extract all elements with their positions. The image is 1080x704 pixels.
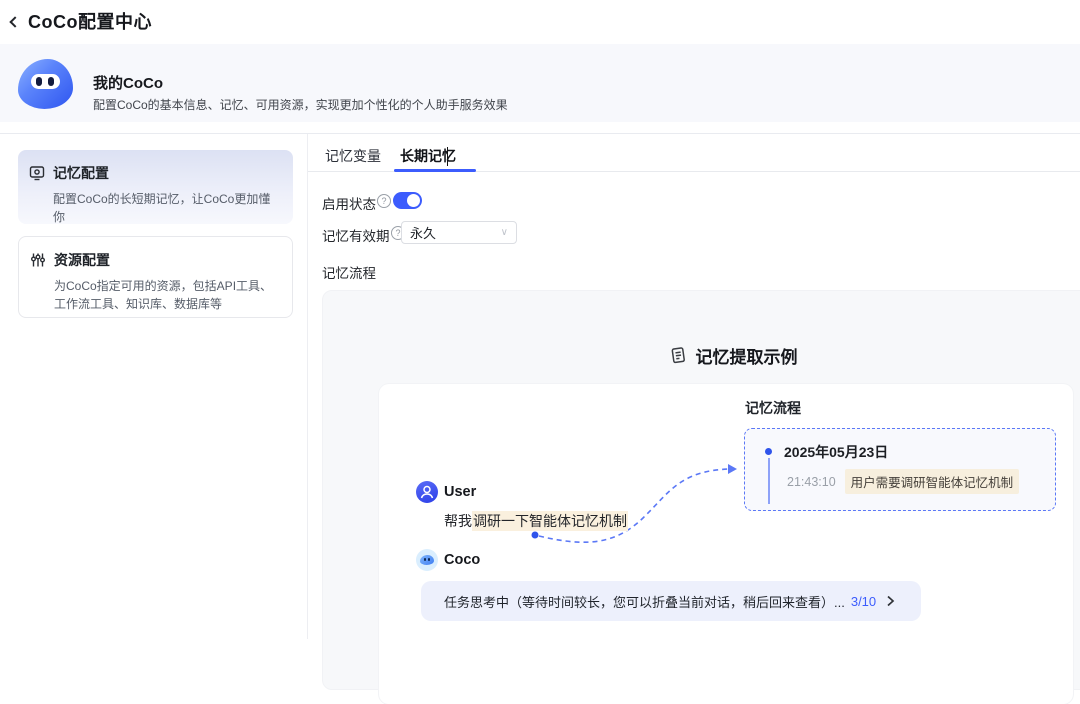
coco-config-page: CoCo配置中心 我的CoCo 配置CoCo的基本信息、记忆、可用资源，实现更加… — [0, 0, 1080, 639]
note-icon — [669, 346, 687, 365]
coco-avatar-logo — [18, 59, 73, 109]
card-flow-label: 记忆流程 — [745, 398, 801, 418]
person-icon — [416, 481, 438, 503]
agent-banner: 我的CoCo 配置CoCo的基本信息、记忆、可用资源，实现更加个性化的个人助手服… — [0, 44, 1080, 122]
toggle-knob — [407, 194, 420, 207]
sidebar-item-memory-config[interactable]: 记忆配置 配置CoCo的长短期记忆，让CoCo更加懂你 — [18, 150, 293, 224]
sidebar-item-title: 记忆配置 — [53, 163, 109, 183]
sidebar-item-description: 配置CoCo的长短期记忆，让CoCo更加懂你 — [53, 190, 279, 226]
memory-time: 21:43:10 — [787, 475, 836, 489]
user-message-prefix: 帮我 — [444, 513, 472, 529]
enable-help-icon[interactable]: ? — [377, 194, 391, 208]
status-text: 任务思考中（等待时间较长，您可以折叠当前对话，稍后回来查看）... — [444, 592, 845, 611]
validity-label: 记忆有效期 — [322, 225, 390, 245]
coco-label: Coco — [444, 552, 480, 568]
coco-logo-eyes — [31, 74, 60, 89]
memory-record-box: 2025年05月23日 21:43:10 用户需要调研智能体记忆机制 — [744, 428, 1056, 511]
page-title: CoCo配置中心 — [28, 8, 152, 34]
back-chevron-icon — [9, 16, 20, 27]
banner-description: 配置CoCo的基本信息、记忆、可用资源，实现更加个性化的个人助手服务效果 — [93, 96, 508, 113]
timeline-line — [768, 458, 770, 504]
tab-memory-variables[interactable]: 记忆变量 — [325, 146, 381, 166]
memory-example-panel: 记忆提取示例 记忆流程 2025年05月23日 21:43:10 用户需要调研智… — [322, 290, 1080, 690]
user-message: 帮我调研一下智能体记忆机制 — [444, 511, 628, 531]
sidebar-item-title: 资源配置 — [54, 250, 110, 270]
coco-face-icon — [420, 555, 434, 565]
sidebar-item-description: 为CoCo指定可用的资源，包括API工具、工作流工具、知识库、数据库等 — [54, 277, 278, 313]
example-heading-row: 记忆提取示例 — [323, 343, 1080, 370]
validity-selected-value: 永久 — [410, 223, 501, 242]
sliders-icon — [30, 252, 46, 268]
memory-flow-label: 记忆流程 — [322, 262, 376, 282]
user-avatar — [416, 481, 438, 503]
back-button[interactable] — [6, 12, 26, 32]
enable-status-label: 启用状态 — [322, 193, 376, 213]
status-progress-count: 3/10 — [851, 594, 876, 609]
example-heading: 记忆提取示例 — [696, 343, 798, 368]
user-message-highlight: 调研一下智能体记忆机制 — [472, 511, 628, 531]
memory-monitor-icon — [29, 165, 45, 181]
enable-toggle[interactable] — [393, 192, 422, 209]
timeline-dot — [765, 448, 772, 455]
banner-divider — [0, 133, 1080, 134]
text-cursor — [447, 147, 448, 166]
sidebar-divider — [307, 134, 308, 639]
example-card: 记忆流程 2025年05月23日 21:43:10 用户需要调研智能体记忆机制 … — [379, 384, 1073, 704]
user-label: User — [444, 484, 476, 500]
chevron-right-icon — [886, 595, 895, 607]
banner-title: 我的CoCo — [93, 72, 163, 93]
validity-select[interactable]: 永久 ∨ — [401, 221, 517, 244]
chevron-down-icon: ∨ — [501, 227, 508, 238]
memory-date: 2025年05月23日 — [784, 442, 888, 462]
task-thinking-status[interactable]: 任务思考中（等待时间较长，您可以折叠当前对话，稍后回来查看）... 3/10 — [421, 581, 921, 621]
coco-avatar — [416, 549, 438, 571]
active-tab-underline — [394, 169, 476, 172]
memory-content-chip: 用户需要调研智能体记忆机制 — [845, 469, 1020, 494]
sidebar-item-resource-config[interactable]: 资源配置 为CoCo指定可用的资源，包括API工具、工作流工具、知识库、数据库等 — [18, 236, 293, 318]
